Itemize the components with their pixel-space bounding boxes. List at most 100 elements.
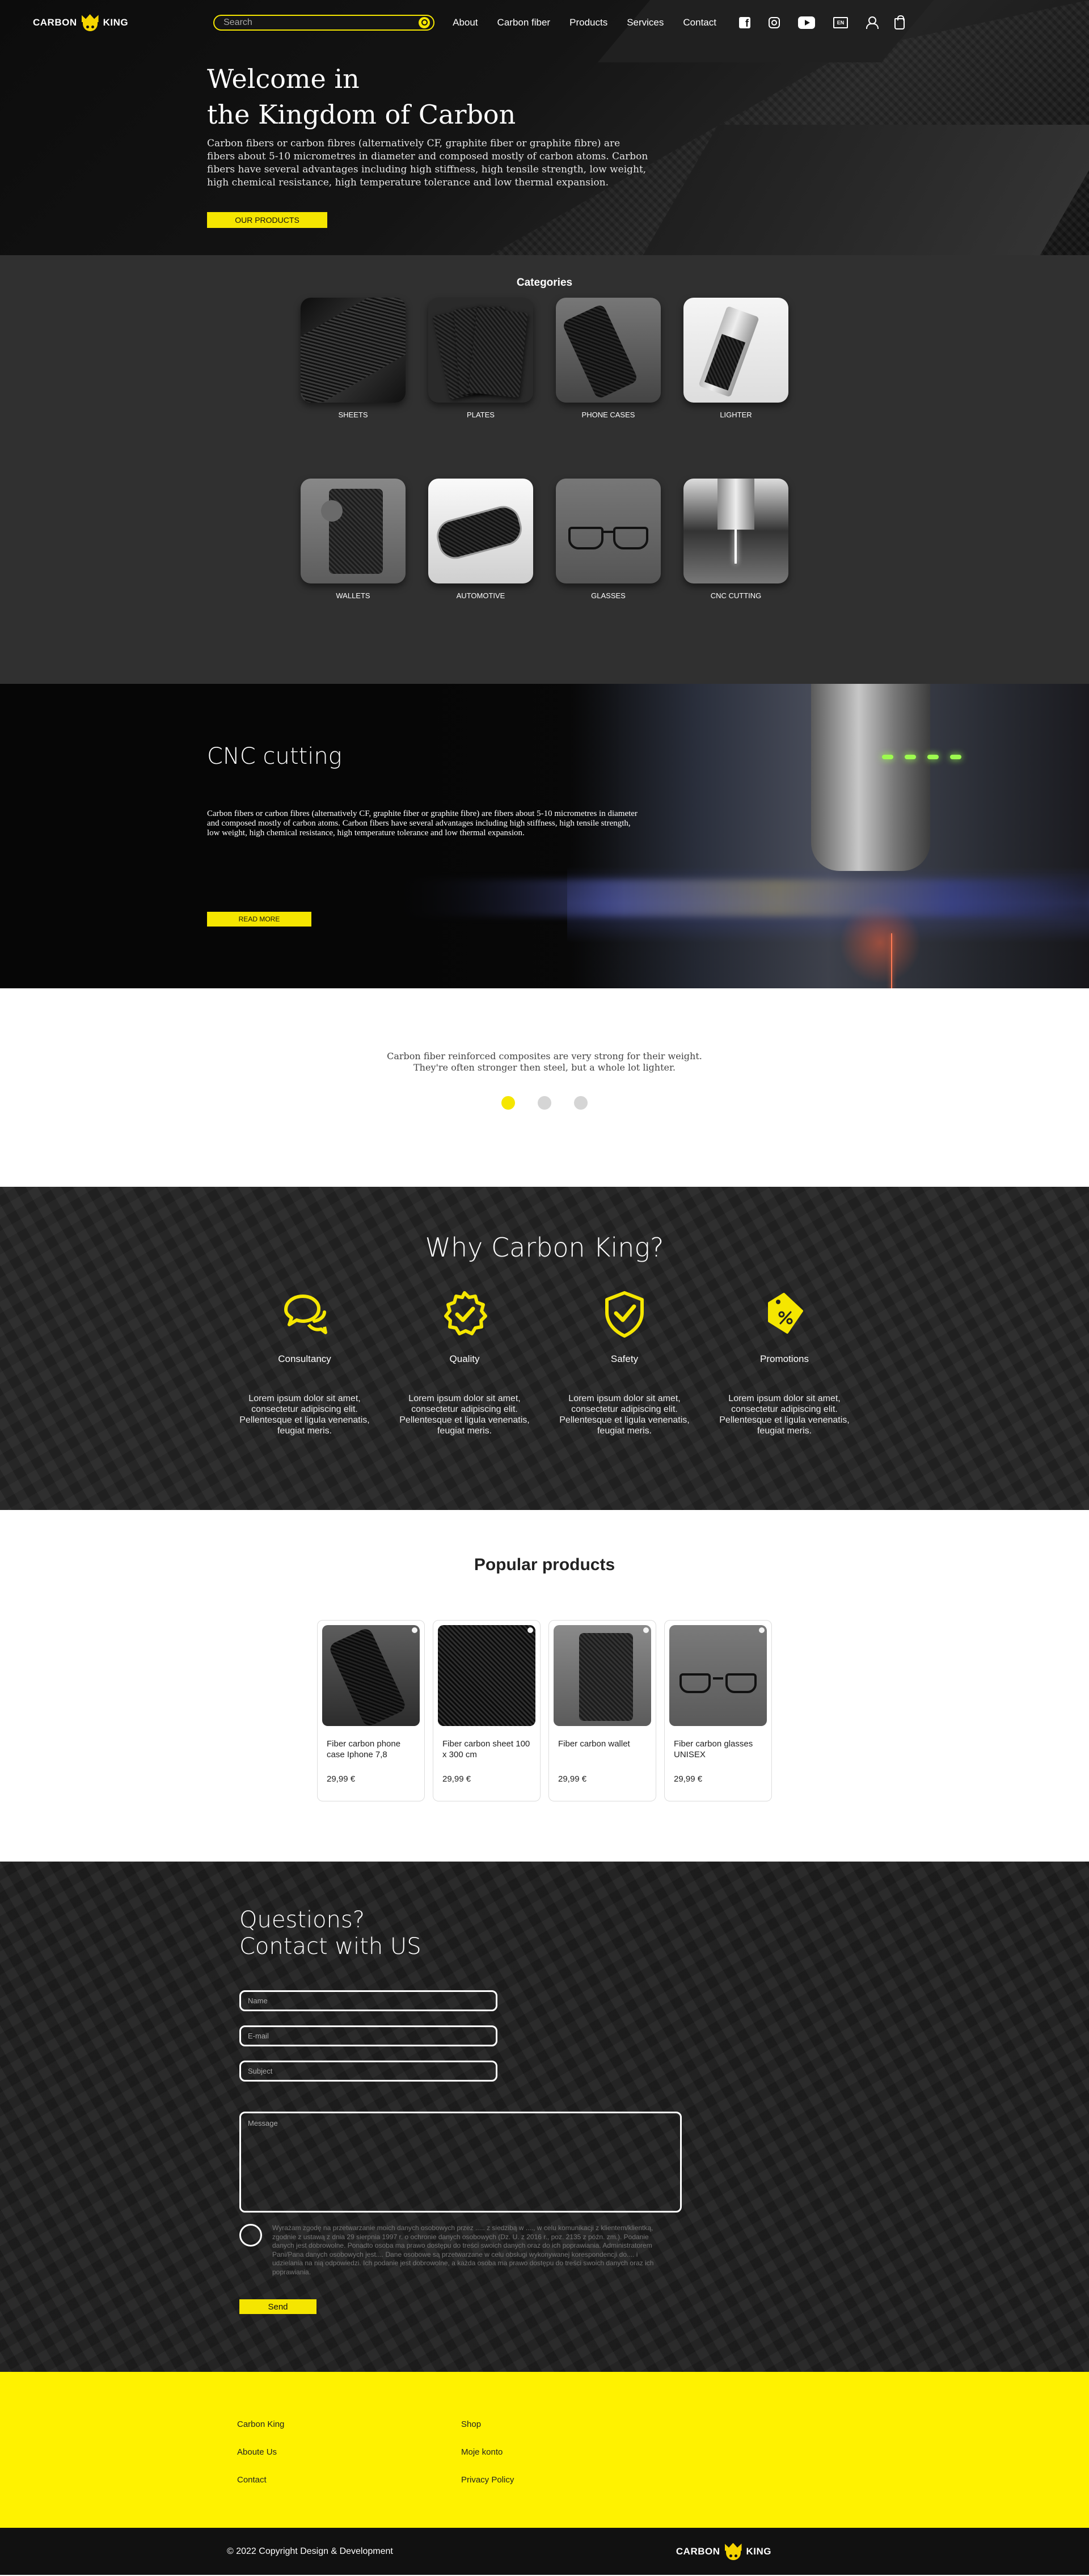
footer-link-privacy-policy[interactable]: Privacy Policy: [461, 2476, 514, 2485]
category-image: [301, 479, 406, 583]
badge-check-icon: [444, 1291, 487, 1335]
brand-name-right: KING: [103, 17, 129, 28]
menu-item-contact[interactable]: Contact: [683, 17, 716, 28]
categories-title: Categories: [516, 277, 573, 289]
categories-grid: SHEETS PLATES PHONE CASES LIGHTER WALLET…: [289, 298, 800, 600]
footer-link-my-account[interactable]: Moje konto: [461, 2448, 514, 2457]
consent-text: Wyrażam zgodę na przetwarzanie moich dan…: [272, 2224, 654, 2276]
contact-title-line2: Contact with US: [239, 1934, 421, 1960]
name-field[interactable]: [239, 1990, 497, 2011]
copyright-text: © 2022 Copyright Design & Development: [227, 2546, 393, 2556]
brand-name-left: CARBON: [676, 2545, 720, 2557]
brand-name-right: KING: [746, 2545, 771, 2557]
why-item-title: Safety: [610, 1353, 639, 1364]
product-image: [438, 1625, 535, 1726]
language-flag-icon[interactable]: EN: [833, 17, 848, 28]
why-item-text: Lorem ipsum dolor sit amet, consectetur …: [239, 1394, 370, 1436]
youtube-icon[interactable]: [797, 16, 815, 29]
favorite-icon[interactable]: [527, 1627, 533, 1633]
read-more-button[interactable]: READ MORE: [207, 912, 311, 927]
quote-line2: They're often stronger then steel, but a…: [413, 1062, 676, 1073]
menu-item-carbon-fiber[interactable]: Carbon fiber: [497, 17, 551, 28]
product-card[interactable]: Fiber carbon sheet 100 x 300 cm 29,99 €: [433, 1620, 541, 1801]
category-label: PHONE CASES: [581, 411, 635, 419]
favorite-icon[interactable]: [412, 1627, 417, 1633]
menu-item-products[interactable]: Products: [569, 17, 607, 28]
crown-icon: [724, 2543, 743, 2560]
product-price: 29,99 €: [442, 1774, 471, 1784]
category-image: [556, 298, 661, 403]
slider-dot-active[interactable]: [501, 1096, 515, 1110]
price-tag-percent-icon: [768, 1293, 803, 1334]
menu-item-about[interactable]: About: [453, 17, 478, 28]
why-item-quality: Quality Lorem ipsum dolor sit amet, cons…: [396, 1288, 533, 1436]
brand-logo[interactable]: CARBON KING: [33, 14, 128, 31]
consent-row: Wyrażam zgodę na przetwarzanie moich dan…: [239, 2224, 682, 2277]
laser-head-image: [811, 684, 930, 871]
cnc-description: Carbon fibers or carbon fibres (alternat…: [207, 809, 638, 837]
category-lighter[interactable]: LIGHTER: [683, 298, 788, 419]
category-image: [683, 479, 788, 583]
why-title: Why Carbon King?: [425, 1232, 664, 1263]
product-price: 29,99 €: [674, 1774, 703, 1784]
search-input[interactable]: [223, 18, 419, 28]
category-label: SHEETS: [338, 411, 368, 419]
consent-checkbox[interactable]: [239, 2224, 262, 2247]
contact-title-line1: Questions?: [239, 1907, 365, 1933]
facebook-icon[interactable]: [738, 17, 750, 29]
slider-dot[interactable]: [574, 1096, 588, 1110]
product-card[interactable]: Fiber carbon glasses UNISEX 29,99 €: [664, 1620, 772, 1801]
our-products-button[interactable]: OUR PRODUCTS: [207, 212, 327, 228]
subject-field[interactable]: [239, 2061, 497, 2082]
footer-link-about-us[interactable]: Aboute Us: [237, 2448, 284, 2457]
why-item-title: Promotions: [760, 1353, 809, 1364]
contact-form: Questions? Contact with US Wyrażam zgodę…: [239, 1907, 682, 2314]
instagram-icon[interactable]: [768, 17, 780, 28]
footer-link-contact[interactable]: Contact: [237, 2476, 284, 2485]
product-card[interactable]: Fiber carbon wallet 29,99 €: [548, 1620, 656, 1801]
crown-icon: [81, 14, 100, 31]
header-icons: EN: [738, 15, 905, 29]
main-menu: About Carbon fiber Products Services Con…: [453, 17, 716, 28]
why-item-text: Lorem ipsum dolor sit amet, consectetur …: [399, 1394, 530, 1436]
send-button[interactable]: Send: [239, 2299, 316, 2314]
laser-beam: [891, 933, 892, 988]
slider-dots: [0, 1096, 1089, 1110]
email-field[interactable]: [239, 2025, 497, 2046]
product-card[interactable]: Fiber carbon phone case Iphone 7,8 29,99…: [317, 1620, 425, 1801]
shopping-bag-icon[interactable]: [894, 15, 905, 29]
category-cnc-cutting[interactable]: CNC CUTTING: [683, 479, 788, 600]
footer-brand-logo[interactable]: CARBON KING: [676, 2543, 771, 2560]
footer-column-shop: Shop Moje konto Privacy Policy: [461, 2420, 514, 2485]
favorite-icon[interactable]: [759, 1627, 765, 1633]
why-item-safety: Safety Lorem ipsum dolor sit amet, conse…: [556, 1288, 693, 1436]
contact-title: Questions? Contact with US: [239, 1907, 682, 1960]
favorite-icon[interactable]: [643, 1627, 649, 1633]
popular-products-section: Popular products Fiber carbon phone case…: [0, 1510, 1089, 1862]
category-automotive[interactable]: AUTOMOTIVE: [428, 479, 533, 600]
category-wallets[interactable]: WALLETS: [301, 479, 406, 600]
cnc-section: CNC cutting Carbon fibers or carbon fibr…: [0, 684, 1089, 988]
footer-link-shop[interactable]: Shop: [461, 2420, 514, 2429]
category-glasses[interactable]: GLASSES: [556, 479, 661, 600]
why-item-text: Lorem ipsum dolor sit amet, consectetur …: [559, 1394, 690, 1436]
product-grid: Fiber carbon phone case Iphone 7,8 29,99…: [0, 1620, 1089, 1801]
why-section: Why Carbon King? Consultancy Lorem ipsum…: [0, 1187, 1089, 1510]
hero-title: Welcome in the Kingdom of Carbon: [207, 61, 661, 133]
user-account-icon[interactable]: [866, 16, 879, 29]
menu-item-services[interactable]: Services: [627, 17, 664, 28]
product-image: [322, 1625, 420, 1726]
footer-link-carbon-king[interactable]: Carbon King: [237, 2420, 284, 2429]
popular-title: Popular products: [474, 1555, 615, 1574]
hero-description: Carbon fibers or carbon fibres (alternat…: [207, 138, 648, 188]
category-label: GLASSES: [591, 591, 626, 600]
category-image: [428, 479, 533, 583]
why-item-consultancy: Consultancy Lorem ipsum dolor sit amet, …: [237, 1288, 373, 1436]
cnc-content: CNC cutting Carbon fibers or carbon fibr…: [207, 743, 638, 927]
category-sheets[interactable]: SHEETS: [301, 298, 406, 419]
slider-dot[interactable]: [538, 1096, 551, 1110]
search-icon[interactable]: [419, 17, 430, 28]
message-field[interactable]: [239, 2112, 682, 2213]
category-phone-cases[interactable]: PHONE CASES: [556, 298, 661, 419]
category-plates[interactable]: PLATES: [428, 298, 533, 419]
